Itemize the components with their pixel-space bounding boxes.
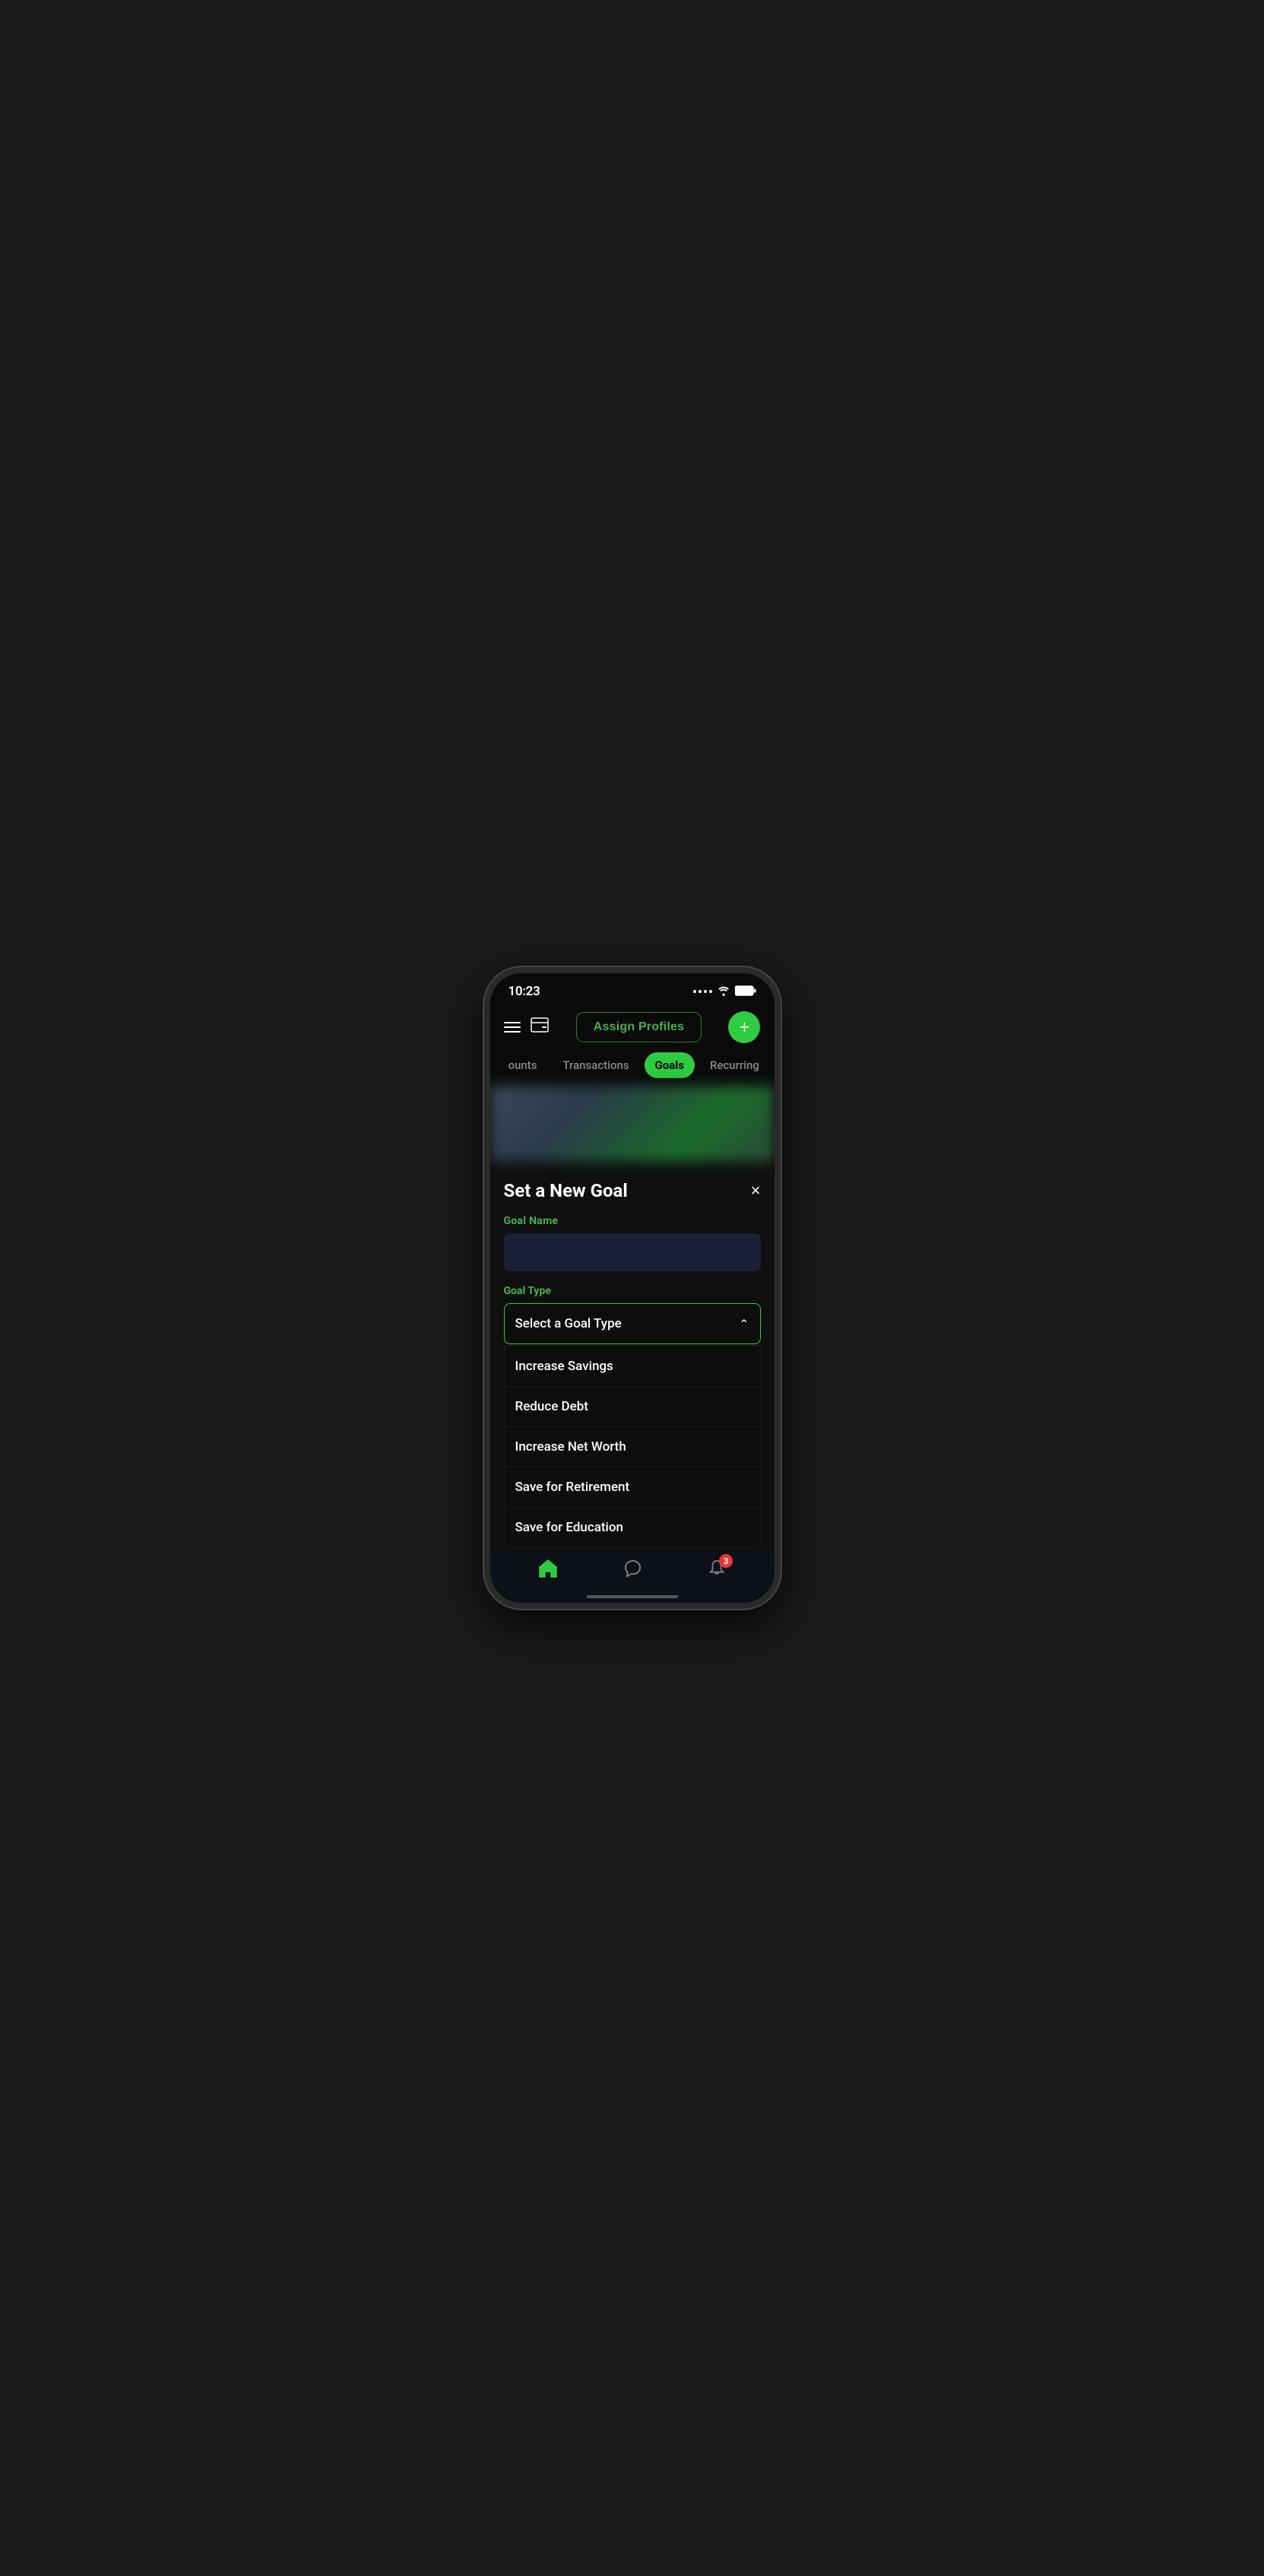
- modal-header: Set a New Goal ×: [504, 1180, 761, 1201]
- goal-name-label: Goal Name: [504, 1215, 761, 1227]
- option-increase-net-worth[interactable]: Increase Net Worth: [505, 1427, 760, 1467]
- tab-goals[interactable]: Goals: [645, 1052, 695, 1078]
- modal-title: Set a New Goal: [504, 1180, 628, 1201]
- close-button[interactable]: ×: [751, 1182, 761, 1199]
- screen: 10:23: [490, 973, 775, 1603]
- nav-notifications[interactable]: 3: [707, 1559, 727, 1584]
- tab-bar: ounts Transactions Goals Recurring: [490, 1052, 775, 1086]
- add-button[interactable]: +: [728, 1011, 760, 1043]
- battery-icon: [735, 985, 756, 999]
- wifi-icon: [717, 985, 730, 999]
- modal-sheet: Set a New Goal × Goal Name Goal Type Sel…: [490, 1162, 775, 1550]
- status-bar: 10:23: [490, 973, 775, 1005]
- notification-badge: 3: [719, 1554, 733, 1568]
- chevron-up-icon: ⌃: [739, 1317, 749, 1331]
- hamburger-menu-icon[interactable]: [504, 1022, 521, 1033]
- signal-icon: [693, 990, 712, 993]
- top-header: Assign Profiles +: [490, 1005, 775, 1052]
- blurred-content: [490, 1086, 775, 1162]
- home-icon: [537, 1558, 559, 1585]
- home-indicator: [587, 1595, 678, 1598]
- goal-type-dropdown[interactable]: Select a Goal Type ⌃: [504, 1303, 761, 1344]
- tab-recurring[interactable]: Recurring: [699, 1052, 770, 1078]
- goal-type-placeholder: Select a Goal Type: [515, 1316, 622, 1331]
- goal-type-label: Goal Type: [504, 1285, 761, 1297]
- tab-transactions[interactable]: Transactions: [552, 1052, 639, 1078]
- nav-home[interactable]: [537, 1558, 559, 1585]
- dropdown-options: Increase Savings Reduce Debt Increase Ne…: [504, 1346, 761, 1548]
- status-time: 10:23: [508, 984, 540, 999]
- goal-name-input[interactable]: [504, 1233, 761, 1271]
- status-icons: [693, 985, 756, 999]
- nav-chat[interactable]: [622, 1559, 643, 1585]
- option-reduce-debt[interactable]: Reduce Debt: [505, 1387, 760, 1427]
- chat-icon: [622, 1559, 643, 1585]
- option-save-education[interactable]: Save for Education: [505, 1508, 760, 1547]
- tab-accounts[interactable]: ounts: [498, 1052, 548, 1078]
- assign-profiles-button[interactable]: Assign Profiles: [576, 1012, 702, 1042]
- header-left: [504, 1017, 550, 1038]
- wallet-icon[interactable]: [530, 1017, 550, 1038]
- option-save-retirement[interactable]: Save for Retirement: [505, 1467, 760, 1508]
- option-increase-savings[interactable]: Increase Savings: [505, 1347, 760, 1387]
- phone-frame: 10:23: [484, 967, 781, 1609]
